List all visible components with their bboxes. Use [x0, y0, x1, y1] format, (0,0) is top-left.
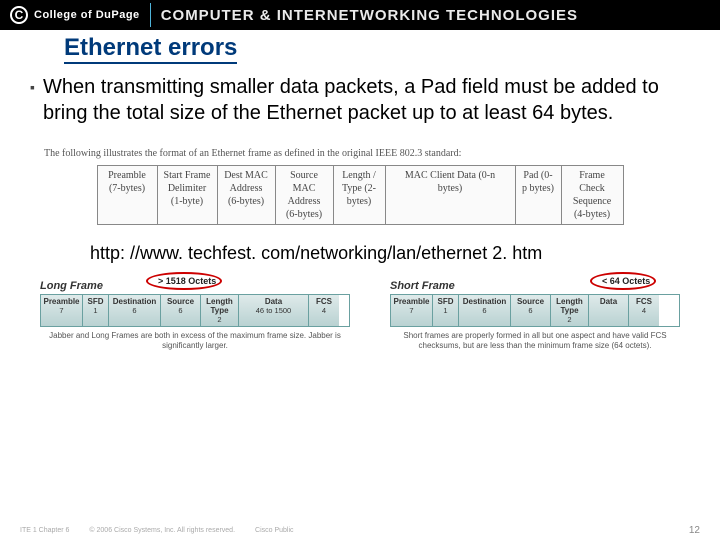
frame-cell: Length / Type (2-bytes): [333, 166, 385, 225]
page-number: 12: [689, 525, 700, 536]
logo-letter: C: [15, 8, 24, 22]
frame-cell: Preamble (7-bytes): [97, 166, 157, 225]
seg-head: Destination: [459, 297, 510, 306]
seg-sub: 2: [201, 315, 238, 324]
frame-cell: Frame Check Sequence (4-bytes): [561, 166, 623, 225]
seg-head: Length Type: [551, 297, 588, 315]
seg-sub: 6: [161, 306, 200, 315]
seg-head: Source: [161, 297, 200, 306]
frame-cell: Dest MAC Address (6-bytes): [217, 166, 275, 225]
footer: ITE 1 Chapter 6 © 2006 Cisco Systems, In…: [0, 525, 720, 536]
long-frame-bar: Preamble7 SFD1 Destination6 Source6 Leng…: [40, 294, 350, 327]
frame-cell: Start Frame Delimiter (1-byte): [157, 166, 217, 225]
footer-left: ITE 1 Chapter 6: [20, 527, 69, 534]
seg-sub: 6: [459, 306, 510, 315]
seg-sub: 6: [109, 306, 160, 315]
seg-head: SFD: [433, 297, 458, 306]
seg-sub: 4: [309, 306, 339, 315]
seg-sub: 1: [83, 306, 108, 315]
long-frame-caption: Jabber and Long Frames are both in exces…: [40, 331, 350, 351]
bullet-text: When transmitting smaller data packets, …: [43, 74, 690, 126]
short-frame-title: Short Frame: [390, 280, 455, 292]
footer-public: Cisco Public: [255, 527, 294, 534]
long-frame-title: Long Frame: [40, 280, 103, 292]
seg-head: FCS: [629, 297, 659, 306]
seg-head: FCS: [309, 297, 339, 306]
short-frame-diagram: Short Frame < 64 Octets Preamble7 SFD1 D…: [390, 276, 680, 351]
footer-copyright: © 2006 Cisco Systems, Inc. All rights re…: [89, 527, 235, 534]
seg-head: Preamble: [41, 297, 82, 306]
seg-head: SFD: [83, 297, 108, 306]
college-name: College of DuPage: [34, 9, 140, 21]
slide-title: Ethernet errors: [64, 34, 237, 64]
seg-sub: 4: [629, 306, 659, 315]
seg-sub: 1: [433, 306, 458, 315]
seg-head: Source: [511, 297, 550, 306]
short-frame-bar: Preamble7 SFD1 Destination6 Source6 Leng…: [390, 294, 680, 327]
seg-head: Data: [239, 297, 308, 306]
short-frame-caption: Short frames are properly formed in all …: [390, 331, 680, 351]
seg-head: Length Type: [201, 297, 238, 315]
long-frame-diagram: Long Frame > 1518 Octets Preamble7 SFD1 …: [40, 276, 350, 351]
seg-sub: 7: [41, 306, 82, 315]
diagrams-row: Long Frame > 1518 Octets Preamble7 SFD1 …: [40, 276, 720, 351]
seg-sub: 6: [511, 306, 550, 315]
seg-sub: 46 to 1500: [239, 306, 308, 315]
header-bar: C College of DuPage COMPUTER & INTERNETW…: [0, 0, 720, 30]
short-frame-oval-label: < 64 Octets: [602, 276, 650, 286]
divider-icon: [150, 3, 151, 27]
seg-head: Data: [589, 297, 628, 306]
frame-cell: MAC Client Data (0-n bytes): [385, 166, 515, 225]
frame-cell: Pad (0-p bytes): [515, 166, 561, 225]
frame-cell: Source MAC Address (6-bytes): [275, 166, 333, 225]
ethernet-frame-table: Preamble (7-bytes) Start Frame Delimiter…: [97, 165, 624, 225]
seg-head: Preamble: [391, 297, 432, 306]
seg-sub: 2: [551, 315, 588, 324]
seg-head: Destination: [109, 297, 160, 306]
bullet-row: ▪ When transmitting smaller data packets…: [30, 74, 690, 126]
reference-link: http: //www. techfest. com/networking/la…: [90, 243, 720, 264]
frame-caption: The following illustrates the format of …: [44, 148, 720, 159]
bullet-marker-icon: ▪: [30, 74, 35, 126]
long-frame-oval-label: > 1518 Octets: [158, 276, 216, 286]
header-title: COMPUTER & INTERNETWORKING TECHNOLOGIES: [161, 7, 578, 24]
logo-icon: C: [10, 6, 28, 24]
seg-sub: 7: [391, 306, 432, 315]
